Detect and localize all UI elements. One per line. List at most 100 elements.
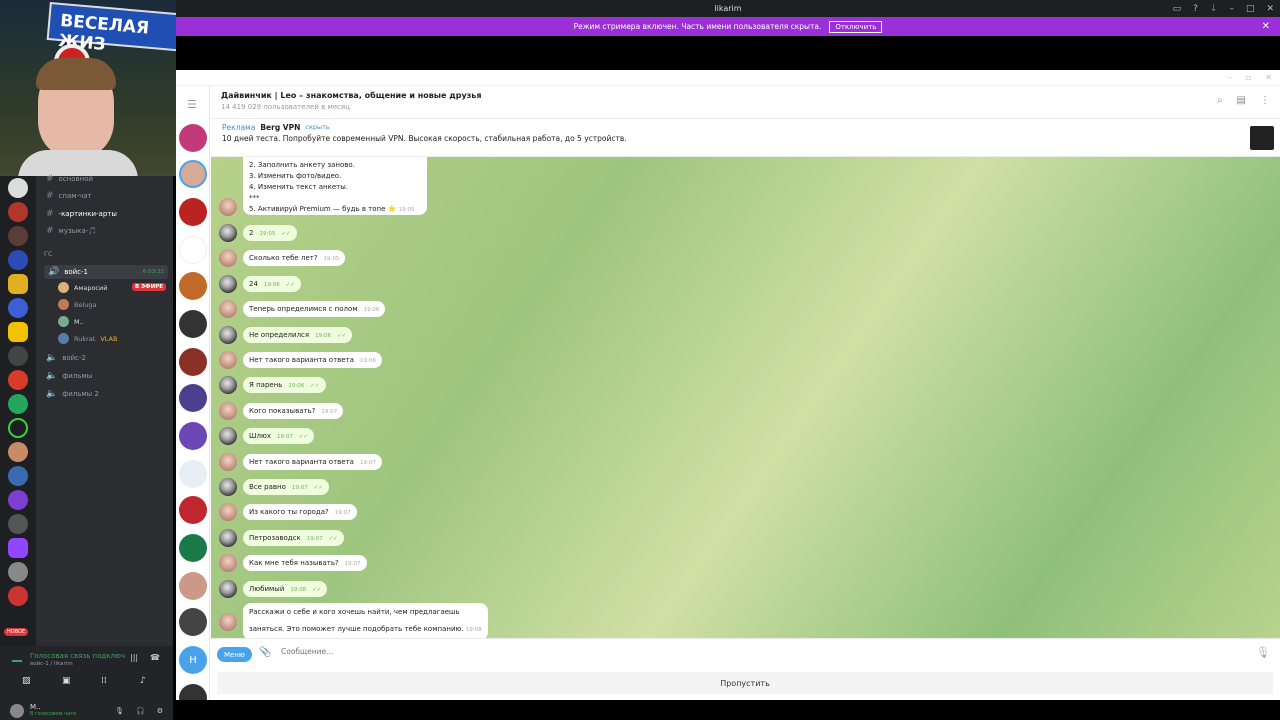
server-icon[interactable] [8,418,28,438]
channel-music[interactable]: # музыка-🎵 [46,226,97,236]
chat-avatar[interactable] [179,198,207,226]
chat-messages[interactable]: 2. Заполнить анкету заново. 3. Изменить … [211,157,1280,638]
twitch-icon[interactable] [8,538,28,558]
maximize-icon[interactable]: ▫ [1246,73,1251,82]
skip-button[interactable]: Пропустить [217,672,1273,694]
voice-channel-2[interactable]: 🔈 войс-2 [46,353,86,363]
chat-avatar[interactable] [179,124,207,152]
chat-avatar[interactable]: Н [179,646,207,674]
close-icon[interactable]: ✕ [1266,4,1274,14]
ad-hide-link[interactable]: скрыть [305,123,329,132]
discord-panel: НОВОЕ # основной # спам-чат # -картинки-арт… [0,174,173,720]
chat-list-rail: ☰ Н [176,86,210,712]
channel-pictures[interactable]: # -картинки-арты [46,209,117,219]
voice-channel-active[interactable]: 🔊 войс-1 6:03:22 [44,265,168,279]
chat-avatar[interactable] [179,608,207,636]
server-icon[interactable] [8,298,28,318]
screen-icon[interactable]: ▭ [1173,4,1182,14]
message-composer: Меню 📎 🎙 [211,638,1280,668]
server-icon[interactable] [8,322,28,342]
server-icon[interactable] [8,466,28,486]
server-icon[interactable] [8,490,28,510]
server-icon[interactable] [8,346,28,366]
soundboard-icon[interactable]: ♪ [140,676,146,686]
ad-text: 10 дней теста. Попробуйте современный VP… [222,134,627,143]
chat-avatar[interactable] [179,572,207,600]
voice-channel-films-2[interactable]: 🔈 фильмы 2 [46,389,99,399]
help-icon[interactable]: ? [1193,4,1198,14]
disable-streamer-mode-button[interactable]: Отключить [829,20,883,33]
minimize-icon[interactable]: – [1228,73,1232,82]
activities-icon[interactable]: ⁞⁞ [101,676,107,686]
message-bubble: Не определился 19:06 ✓✓ [243,326,353,343]
message-row: Нет такого варианта ответа 19:07 [219,452,382,471]
user-avatar [219,376,237,395]
message-row: Все равно 19:07 ✓✓ [219,478,329,496]
headphones-icon[interactable]: 🎧 [136,707,145,715]
chat-avatar[interactable] [179,160,207,188]
voice-user[interactable]: Rukrat VLAB [58,333,117,344]
server-icon[interactable] [8,178,28,198]
menu-icon[interactable]: ☰ [187,98,197,111]
camera-off-icon[interactable]: ▨ [22,676,31,686]
mic-icon[interactable]: 🎙 [115,707,124,715]
chat-avatar[interactable] [179,348,207,376]
server-icon[interactable] [8,202,28,222]
message-bubble: Нет такого варианта ответа 19:07 [243,453,382,470]
user-avatar [219,478,237,496]
server-icon[interactable] [8,562,28,582]
more-icon[interactable]: ⋮ [1260,95,1270,106]
voice-user[interactable]: M.. [58,316,84,327]
server-icon[interactable] [8,514,28,534]
noise-icon[interactable]: ||| [130,653,138,662]
microphone-icon[interactable]: 🎙 [1256,646,1270,659]
chat-avatar[interactable] [179,460,207,488]
bot-avatar [219,554,237,573]
close-icon[interactable]: ✕ [1265,73,1272,82]
disconnect-icon[interactable]: ☎ [150,653,160,662]
chat-title[interactable]: Дайвинчик | Leo – знакомства, общение и … [221,91,482,100]
ad-thumbnail[interactable] [1250,126,1274,150]
server-icon[interactable] [8,274,28,294]
chat-avatar[interactable] [179,422,207,450]
user-avatar [219,528,237,547]
chat-avatar[interactable] [179,310,207,338]
server-icon[interactable] [8,226,28,246]
message-bubble: Сколько тебе лет? 19:05 [243,250,346,267]
channel-osnovnoy[interactable]: # основной [46,174,93,184]
message-input[interactable] [281,647,1081,656]
maximize-icon[interactable]: □ [1246,4,1255,14]
minimize-icon[interactable]: – [1229,4,1234,14]
bot-avatar [219,452,237,471]
sponsored-message[interactable]: Реклама Berg VPN скрыть 10 дней теста. П… [211,119,1280,157]
voice-user[interactable]: Beluga [58,299,97,310]
read-check-icon: ✓✓ [281,231,291,237]
chat-avatar[interactable] [179,272,207,300]
message-bubble: Теперь определимся с полом 19:06 [243,301,386,318]
chat-avatar[interactable] [179,534,207,562]
download-icon[interactable]: ↓ [1210,4,1218,14]
chat-avatar[interactable] [179,236,207,264]
category-gs[interactable]: ГС [44,250,53,258]
server-icon[interactable] [8,586,28,606]
server-icon[interactable] [8,394,28,414]
server-icon[interactable] [8,442,28,462]
message-row: Из какого ты города? 19:07 [219,503,357,522]
sidebar-icon[interactable]: ▤ [1237,95,1246,106]
close-icon[interactable]: ✕ [1262,21,1270,32]
attach-icon[interactable]: 📎 [259,647,271,658]
gear-icon[interactable]: ⚙ [157,707,163,715]
voice-user[interactable]: Амаросий [58,282,107,293]
bot-menu-button[interactable]: Меню [217,647,252,662]
channel-spam[interactable]: # спам-чат [46,191,92,201]
chat-avatar[interactable] [179,384,207,412]
avatar [58,299,69,310]
ad-label: Реклама [222,123,256,132]
server-icon[interactable] [8,250,28,270]
chat-avatar[interactable] [179,496,207,524]
search-icon[interactable]: ⌕ [1217,95,1223,106]
voice-channel-films[interactable]: 🔈 фильмы [46,371,92,381]
read-check-icon: ✓✓ [313,485,323,491]
server-icon[interactable] [8,370,28,390]
screenshare-icon[interactable]: ▣ [62,676,71,686]
